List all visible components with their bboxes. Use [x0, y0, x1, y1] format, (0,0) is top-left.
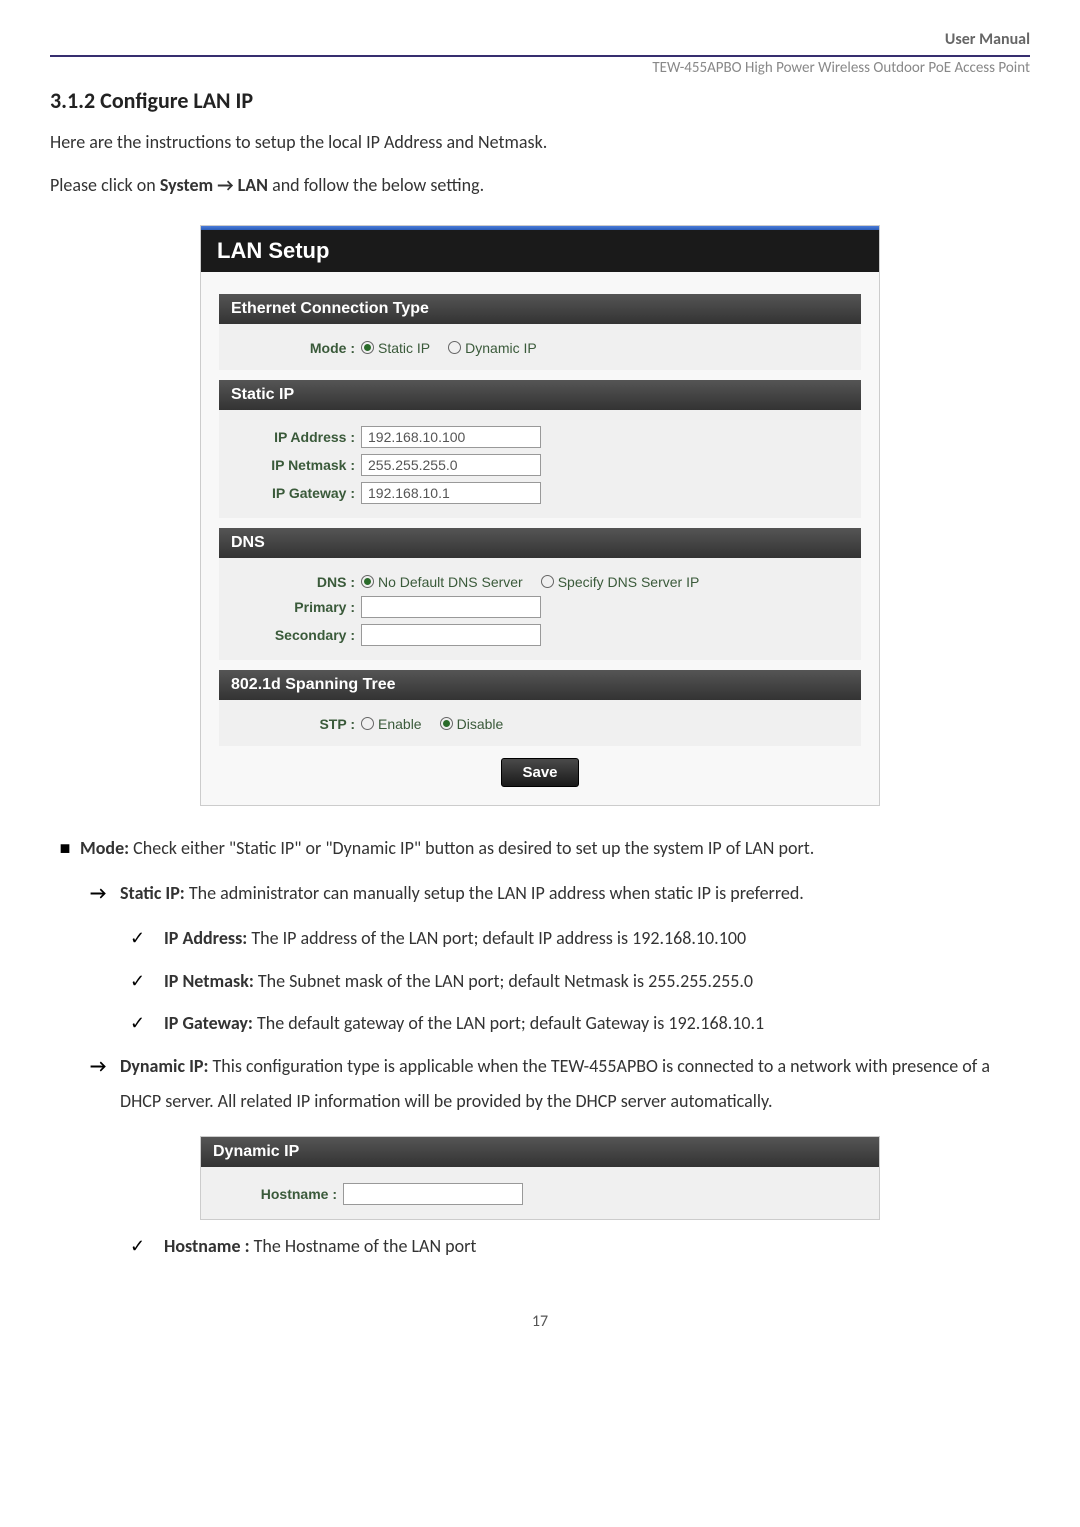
- spanning-header: 802.1d Spanning Tree: [219, 670, 861, 700]
- check-icon: ✓: [130, 965, 164, 997]
- ip-address-bullet: IP Address: The IP address of the LAN po…: [164, 922, 1030, 954]
- bullet-square-icon: ■: [50, 832, 80, 864]
- check-icon: ✓: [130, 922, 164, 954]
- dynamic-bold: Dynamic IP:: [120, 1055, 208, 1077]
- mode-static-label: Static IP: [378, 340, 430, 356]
- mode-static-radio[interactable]: Static IP: [361, 340, 430, 356]
- primary-dns-field[interactable]: [361, 596, 541, 618]
- ip-gateway-label: IP Gateway: [231, 485, 361, 501]
- save-button[interactable]: Save: [501, 758, 578, 787]
- ip-gateway-text: The default gateway of the LAN port; def…: [253, 1012, 764, 1034]
- ip-addr-text: The IP address of the LAN port; default …: [247, 927, 746, 949]
- intro-para-1: Here are the instructions to setup the l…: [50, 128, 1030, 157]
- mode-dynamic-radio[interactable]: Dynamic IP: [448, 340, 537, 356]
- mode-bold: Mode:: [80, 837, 129, 859]
- dynamic-ip-screenshot: Dynamic IP Hostname: [200, 1136, 880, 1220]
- ip-addr-bold: IP Address:: [164, 927, 247, 949]
- static-ip-panel: Static IP IP Address IP Netmask IP Gatew…: [219, 380, 861, 518]
- stp-disable-label: Disable: [457, 716, 504, 732]
- radio-icon: [361, 717, 374, 730]
- static-text: The administrator can manually setup the…: [185, 882, 804, 904]
- static-ip-header: Static IP: [219, 380, 861, 410]
- hostname-label: Hostname: [213, 1186, 343, 1202]
- stp-enable-radio[interactable]: Enable: [361, 716, 422, 732]
- dynamic-text: This configuration type is applicable wh…: [120, 1055, 990, 1111]
- hostname-bold: Hostname :: [164, 1235, 250, 1257]
- mode-label: Mode: [231, 340, 361, 356]
- ip-gateway-bullet: IP Gateway: The default gateway of the L…: [164, 1007, 1030, 1039]
- dns-no-default-label: No Default DNS Server: [378, 574, 523, 590]
- intro-p2-bold: System → LAN: [160, 174, 268, 196]
- arrow-icon: →: [90, 876, 120, 910]
- arrow-icon: →: [90, 1049, 120, 1117]
- dns-panel: DNS DNS No Default DNS Server Specify DN…: [219, 528, 861, 660]
- ip-address-field[interactable]: [361, 426, 541, 448]
- mode-text: Check either "Static IP" or "Dynamic IP"…: [129, 837, 814, 859]
- ip-gateway-bold: IP Gateway:: [164, 1012, 253, 1034]
- spanning-tree-panel: 802.1d Spanning Tree STP Enable Disable: [219, 670, 861, 746]
- check-icon: ✓: [130, 1007, 164, 1039]
- check-icon: ✓: [130, 1230, 164, 1262]
- stp-label: STP: [231, 716, 361, 732]
- dns-header: DNS: [219, 528, 861, 558]
- mode-dynamic-label: Dynamic IP: [465, 340, 537, 356]
- hostname-bullet: Hostname : The Hostname of the LAN port: [164, 1230, 1030, 1262]
- user-manual-label: User Manual: [945, 30, 1030, 49]
- doc-subheader: TEW-455APBO High Power Wireless Outdoor …: [50, 59, 1030, 77]
- hostname-field[interactable]: [343, 1183, 523, 1205]
- intro-p2-prefix: Please click on: [50, 174, 160, 196]
- radio-icon: [440, 717, 453, 730]
- secondary-label: Secondary: [231, 627, 361, 643]
- ip-netmask-bold: IP Netmask:: [164, 970, 254, 992]
- dns-specify-radio[interactable]: Specify DNS Server IP: [541, 574, 700, 590]
- ip-address-label: IP Address: [231, 429, 361, 445]
- dns-no-default-radio[interactable]: No Default DNS Server: [361, 574, 523, 590]
- ethernet-connection-panel: Ethernet Connection Type Mode Static IP …: [219, 294, 861, 370]
- lan-setup-screenshot: LAN Setup Ethernet Connection Type Mode …: [200, 225, 880, 806]
- page-number: 17: [50, 1312, 1030, 1331]
- stp-disable-radio[interactable]: Disable: [440, 716, 504, 732]
- hostname-text: The Hostname of the LAN port: [250, 1235, 477, 1257]
- radio-icon: [448, 341, 461, 354]
- dns-specify-label: Specify DNS Server IP: [558, 574, 700, 590]
- intro-p2-suffix: and follow the below setting.: [268, 174, 484, 196]
- lan-setup-title: LAN Setup: [201, 230, 879, 272]
- dns-label: DNS: [231, 574, 361, 590]
- doc-header: User Manual: [50, 30, 1030, 57]
- radio-icon: [361, 341, 374, 354]
- radio-icon: [541, 575, 554, 588]
- section-title: 3.1.2 Configure LAN IP: [50, 87, 1030, 114]
- ip-netmask-text: The Subnet mask of the LAN port; default…: [254, 970, 753, 992]
- ip-netmask-field[interactable]: [361, 454, 541, 476]
- ethernet-header: Ethernet Connection Type: [219, 294, 861, 324]
- dynamic-ip-header: Dynamic IP: [201, 1137, 879, 1167]
- ip-gateway-field[interactable]: [361, 482, 541, 504]
- dynamic-bullet: Dynamic IP: This configuration type is a…: [120, 1049, 1030, 1117]
- secondary-dns-field[interactable]: [361, 624, 541, 646]
- mode-bullet: Mode: Check either "Static IP" or "Dynam…: [80, 832, 1030, 864]
- ip-netmask-bullet: IP Netmask: The Subnet mask of the LAN p…: [164, 965, 1030, 997]
- static-bullet: Static IP: The administrator can manuall…: [120, 876, 1030, 910]
- radio-icon: [361, 575, 374, 588]
- static-bold: Static IP:: [120, 882, 185, 904]
- primary-label: Primary: [231, 599, 361, 615]
- stp-enable-label: Enable: [378, 716, 422, 732]
- ip-netmask-label: IP Netmask: [231, 457, 361, 473]
- intro-para-2: Please click on System → LAN and follow …: [50, 171, 1030, 200]
